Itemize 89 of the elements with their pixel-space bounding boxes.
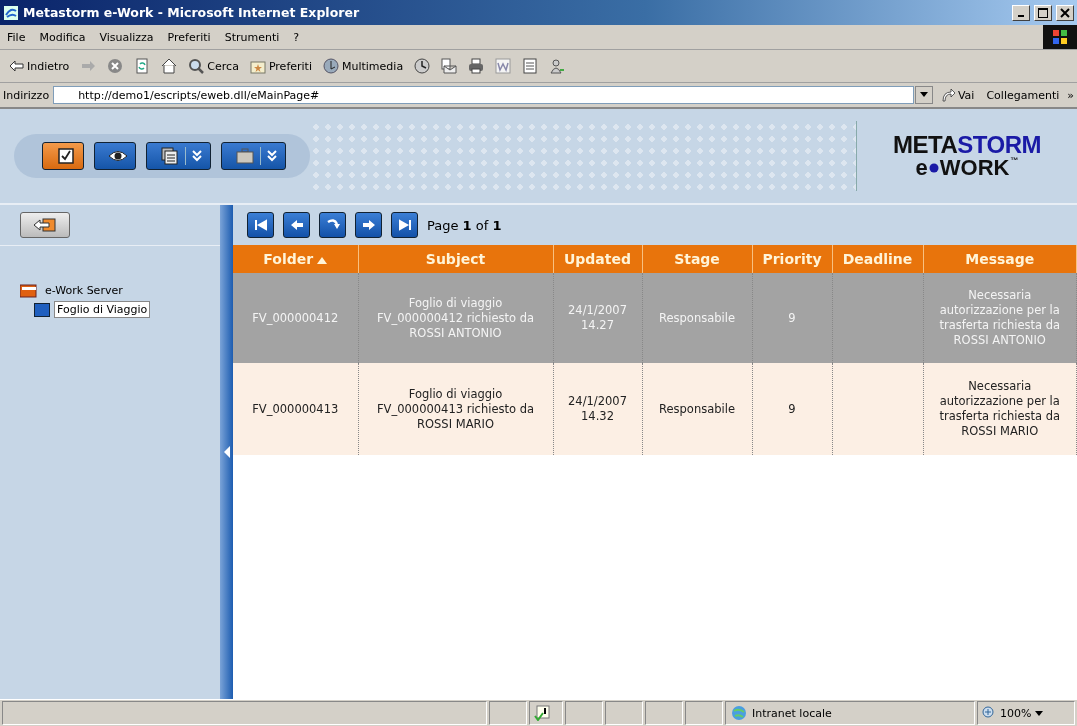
windows-logo-icon	[1043, 25, 1077, 49]
network-globe-icon	[730, 705, 748, 721]
briefcase-icon	[236, 147, 254, 165]
home-icon	[161, 58, 178, 74]
close-button[interactable]	[1056, 4, 1074, 21]
search-icon	[188, 58, 205, 74]
window-title: Metastorm e-Work - Microsoft Internet Explorer	[23, 5, 361, 20]
folder-square-icon	[34, 302, 50, 317]
stop-icon	[107, 58, 124, 74]
table-cell: Necessaria autorizzazione per la trasferta richiesta da ROSSI ANTONIO	[939, 288, 1061, 347]
menu-item[interactable]: Modifica	[32, 28, 93, 46]
table-cell: 24/1/2007 14.27	[568, 303, 627, 332]
tree-item[interactable]: Foglio di Viaggio	[54, 301, 151, 318]
back-arrow-icon	[8, 58, 24, 74]
status-panel	[685, 701, 723, 725]
table-cell: 9	[788, 401, 796, 416]
exit-arrow-icon	[33, 217, 57, 233]
tree-item[interactable]: e-Work Server	[42, 282, 126, 299]
server-folder-icon	[20, 283, 38, 298]
menu-item[interactable]: Preferiti	[160, 28, 218, 46]
refresh-icon	[134, 58, 151, 74]
collapse-arrow-icon	[223, 446, 230, 458]
toolbar-button[interactable]: Cerca	[184, 56, 243, 76]
menu-item[interactable]: ?	[286, 28, 307, 46]
zoom-level[interactable]: 100%	[1000, 706, 1032, 720]
status-panel	[645, 701, 683, 725]
table-cell: 9	[788, 310, 796, 325]
forward-arrow-icon	[80, 58, 97, 74]
app-toolbar-button[interactable]	[146, 142, 211, 170]
links-button[interactable]: Collegamenti	[982, 86, 1064, 104]
exit-button[interactable]	[20, 212, 70, 238]
pager-button[interactable]	[355, 212, 382, 238]
toolbar-button[interactable]: Preferiti	[245, 56, 316, 76]
browser-icon	[3, 4, 19, 21]
close-icon	[1060, 7, 1070, 18]
pager-button[interactable]	[247, 212, 274, 238]
zoom-icon	[982, 706, 996, 720]
star-folder-icon	[249, 58, 266, 74]
warning-page-icon	[534, 705, 550, 721]
status-panel	[605, 701, 643, 725]
clock-icon	[414, 58, 431, 74]
status-panel	[489, 701, 527, 725]
document-icon	[522, 58, 539, 74]
table-cell: Responsabile	[659, 310, 735, 325]
documents-icon	[161, 147, 179, 165]
table-cell: FV_000000413	[252, 401, 339, 416]
menu-item[interactable]: File	[0, 28, 33, 46]
table-cell: Responsabile	[659, 401, 735, 416]
right-arrow-icon	[360, 217, 377, 233]
zone-label: Intranet locale	[752, 706, 832, 720]
table-cell: Foglio di viaggio FV_000000412 richiesto da ROSSI ANTONIO	[376, 295, 535, 340]
mail-icon	[441, 58, 458, 74]
app-toolbar-button[interactable]	[94, 142, 136, 170]
table-cell: FV_000000412	[252, 310, 339, 325]
last-page-icon	[396, 217, 413, 233]
first-page-icon	[252, 217, 269, 233]
printer-icon	[468, 58, 485, 74]
app-toolbar-button[interactable]	[221, 142, 286, 170]
table-cell: Foglio di viaggio FV_000000413 richiesto da ROSSI MARIO	[376, 386, 535, 431]
menu-item[interactable]: Strumenti	[217, 28, 287, 46]
pager-button[interactable]	[319, 212, 346, 238]
app-toolbar-button[interactable]	[42, 142, 84, 170]
metastorm-logo: METASTORM e WORK™	[892, 133, 1042, 179]
person-icon	[549, 58, 566, 74]
go-button[interactable]: Vai	[936, 86, 979, 104]
table-cell: 24/1/2007 14.32	[568, 394, 627, 423]
menu-item[interactable]: Visualizza	[92, 28, 161, 46]
dropdown-caret-icon[interactable]	[1035, 710, 1044, 716]
status-panel	[565, 701, 603, 725]
maximize-icon	[1038, 7, 1048, 18]
page-indicator: Page 1 of 1	[427, 217, 502, 233]
dropdown-button[interactable]	[914, 86, 933, 104]
double-chevron-icon	[192, 150, 202, 162]
edit-icon	[495, 58, 512, 74]
address-field[interactable]: http://demo1/escripts/eweb.dll/eMainPage#	[53, 86, 914, 104]
more-chevron[interactable]: »	[1067, 88, 1074, 102]
address-label: Indirizzo	[3, 88, 50, 102]
table-cell: Necessaria autorizzazione per la trasferta richiesta da ROSSI MARIO	[939, 379, 1061, 438]
double-chevron-icon	[267, 150, 277, 162]
pager-button[interactable]	[283, 212, 310, 238]
dropdown-caret-icon	[919, 92, 928, 98]
pager-button[interactable]	[391, 212, 418, 238]
curved-arrow-icon	[940, 88, 955, 102]
minimize-icon	[1018, 15, 1024, 17]
toolbar-button[interactable]: Multimedia	[318, 56, 408, 76]
minimize-button[interactable]	[1012, 4, 1030, 21]
checkbox-icon	[57, 147, 75, 165]
maximize-button[interactable]	[1034, 4, 1052, 21]
toolbar-button[interactable]: Indietro	[4, 56, 74, 76]
